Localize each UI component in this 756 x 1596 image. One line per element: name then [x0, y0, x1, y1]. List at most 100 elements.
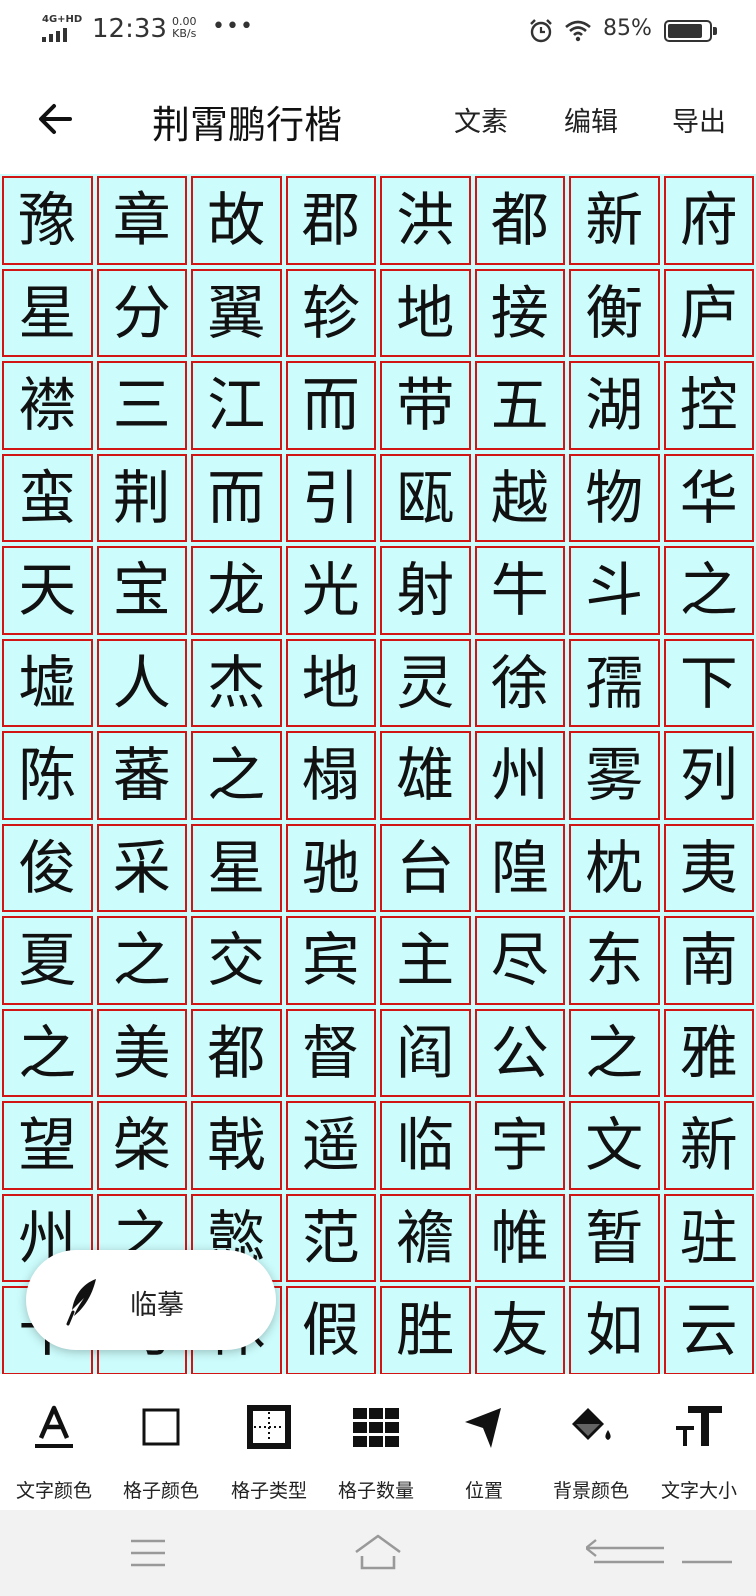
- grid-cell[interactable]: 都: [191, 1008, 282, 1097]
- grid-cell[interactable]: 华: [663, 453, 754, 542]
- grid-cell[interactable]: 天: [2, 546, 93, 635]
- grid-cell[interactable]: 棨: [96, 1101, 187, 1190]
- grid-cell[interactable]: 接: [474, 268, 565, 357]
- grid-cell[interactable]: 俊: [2, 823, 93, 912]
- grid-cell[interactable]: 龙: [191, 546, 282, 635]
- grid-cell[interactable]: 文: [569, 1101, 660, 1190]
- grid-cell[interactable]: 尽: [474, 916, 565, 1005]
- grid-cell[interactable]: 江: [191, 361, 282, 450]
- grid-cell[interactable]: 引: [285, 453, 376, 542]
- grid-cell[interactable]: 友: [474, 1286, 565, 1374]
- grid-cell[interactable]: 帷: [474, 1193, 565, 1282]
- grid-cell[interactable]: 翼: [191, 268, 282, 357]
- grid-cell[interactable]: 驰: [285, 823, 376, 912]
- grid-cell[interactable]: 南: [663, 916, 754, 1005]
- export-button[interactable]: 导出: [672, 100, 726, 139]
- grid-cell[interactable]: 主: [380, 916, 471, 1005]
- calligraphy-grid[interactable]: 豫章故郡洪都新府星分翼轸地接衡庐襟三江而带五湖控蛮荆而引瓯越物华天宝龙光射牛斗之…: [0, 174, 756, 1374]
- grid-cell[interactable]: 戟: [191, 1101, 282, 1190]
- grid-cell[interactable]: 瓯: [380, 453, 471, 542]
- tool-font-size[interactable]: 文字大小: [645, 1374, 753, 1510]
- grid-cell[interactable]: 而: [191, 453, 282, 542]
- grid-cell[interactable]: 越: [474, 453, 565, 542]
- grid-cell[interactable]: 地: [380, 268, 471, 357]
- grid-cell[interactable]: 胜: [380, 1286, 471, 1374]
- grid-cell[interactable]: 地: [285, 638, 376, 727]
- grid-cell[interactable]: 之: [2, 1008, 93, 1097]
- tool-background-color[interactable]: 背景颜色: [537, 1374, 645, 1510]
- grid-cell[interactable]: 之: [191, 731, 282, 820]
- grid-cell[interactable]: 宇: [474, 1101, 565, 1190]
- text-content-button[interactable]: 文素: [454, 100, 508, 139]
- grid-cell[interactable]: 宝: [96, 546, 187, 635]
- grid-cell[interactable]: 下: [663, 638, 754, 727]
- grid-cell[interactable]: 人: [96, 638, 187, 727]
- tool-position[interactable]: 位置: [430, 1374, 538, 1510]
- grid-cell[interactable]: 新: [663, 1101, 754, 1190]
- grid-cell[interactable]: 假: [285, 1286, 376, 1374]
- grid-cell[interactable]: 夏: [2, 916, 93, 1005]
- grid-cell[interactable]: 湖: [569, 361, 660, 450]
- grid-cell[interactable]: 星: [191, 823, 282, 912]
- grid-cell[interactable]: 杰: [191, 638, 282, 727]
- grid-cell[interactable]: 墟: [2, 638, 93, 727]
- grid-cell[interactable]: 控: [663, 361, 754, 450]
- grid-cell[interactable]: 章: [96, 176, 187, 265]
- menu-icon[interactable]: [128, 1536, 168, 1570]
- grid-cell[interactable]: 陈: [2, 731, 93, 820]
- grid-cell[interactable]: 台: [380, 823, 471, 912]
- tool-grid-type[interactable]: 格子类型: [215, 1374, 323, 1510]
- grid-cell[interactable]: 临: [380, 1101, 471, 1190]
- grid-cell[interactable]: 三: [96, 361, 187, 450]
- grid-cell[interactable]: 孺: [569, 638, 660, 727]
- grid-cell[interactable]: 郡: [285, 176, 376, 265]
- grid-cell[interactable]: 暂: [569, 1193, 660, 1282]
- grid-cell[interactable]: 望: [2, 1101, 93, 1190]
- grid-cell[interactable]: 宾: [285, 916, 376, 1005]
- grid-cell[interactable]: 而: [285, 361, 376, 450]
- grid-cell[interactable]: 云: [663, 1286, 754, 1374]
- grid-cell[interactable]: 榻: [285, 731, 376, 820]
- back-gesture-icon[interactable]: [586, 1536, 736, 1570]
- grid-cell[interactable]: 范: [285, 1193, 376, 1282]
- grid-cell[interactable]: 射: [380, 546, 471, 635]
- tool-grid-count[interactable]: 格子数量: [322, 1374, 430, 1510]
- grid-cell[interactable]: 采: [96, 823, 187, 912]
- tool-grid-color[interactable]: 格子颜色: [107, 1374, 215, 1510]
- grid-cell[interactable]: 府: [663, 176, 754, 265]
- copy-practice-button[interactable]: 临摹: [26, 1250, 276, 1350]
- grid-cell[interactable]: 庐: [663, 268, 754, 357]
- grid-cell[interactable]: 新: [569, 176, 660, 265]
- grid-cell[interactable]: 荆: [96, 453, 187, 542]
- grid-cell[interactable]: 故: [191, 176, 282, 265]
- grid-cell[interactable]: 徐: [474, 638, 565, 727]
- grid-cell[interactable]: 襜: [380, 1193, 471, 1282]
- grid-cell[interactable]: 带: [380, 361, 471, 450]
- grid-cell[interactable]: 交: [191, 916, 282, 1005]
- grid-cell[interactable]: 列: [663, 731, 754, 820]
- grid-cell[interactable]: 都: [474, 176, 565, 265]
- grid-cell[interactable]: 枕: [569, 823, 660, 912]
- grid-cell[interactable]: 州: [474, 731, 565, 820]
- grid-cell[interactable]: 蛮: [2, 453, 93, 542]
- grid-cell[interactable]: 之: [569, 1008, 660, 1097]
- grid-cell[interactable]: 阎: [380, 1008, 471, 1097]
- grid-cell[interactable]: 雄: [380, 731, 471, 820]
- grid-cell[interactable]: 轸: [285, 268, 376, 357]
- grid-cell[interactable]: 襟: [2, 361, 93, 450]
- grid-cell[interactable]: 蕃: [96, 731, 187, 820]
- grid-cell[interactable]: 洪: [380, 176, 471, 265]
- grid-cell[interactable]: 遥: [285, 1101, 376, 1190]
- grid-cell[interactable]: 美: [96, 1008, 187, 1097]
- grid-cell[interactable]: 物: [569, 453, 660, 542]
- grid-cell[interactable]: 灵: [380, 638, 471, 727]
- grid-cell[interactable]: 星: [2, 268, 93, 357]
- grid-cell[interactable]: 隍: [474, 823, 565, 912]
- grid-cell[interactable]: 斗: [569, 546, 660, 635]
- grid-cell[interactable]: 豫: [2, 176, 93, 265]
- tool-text-color[interactable]: 文字颜色: [0, 1374, 108, 1510]
- grid-cell[interactable]: 之: [663, 546, 754, 635]
- grid-cell[interactable]: 东: [569, 916, 660, 1005]
- grid-cell[interactable]: 光: [285, 546, 376, 635]
- back-arrow-icon[interactable]: [30, 94, 80, 144]
